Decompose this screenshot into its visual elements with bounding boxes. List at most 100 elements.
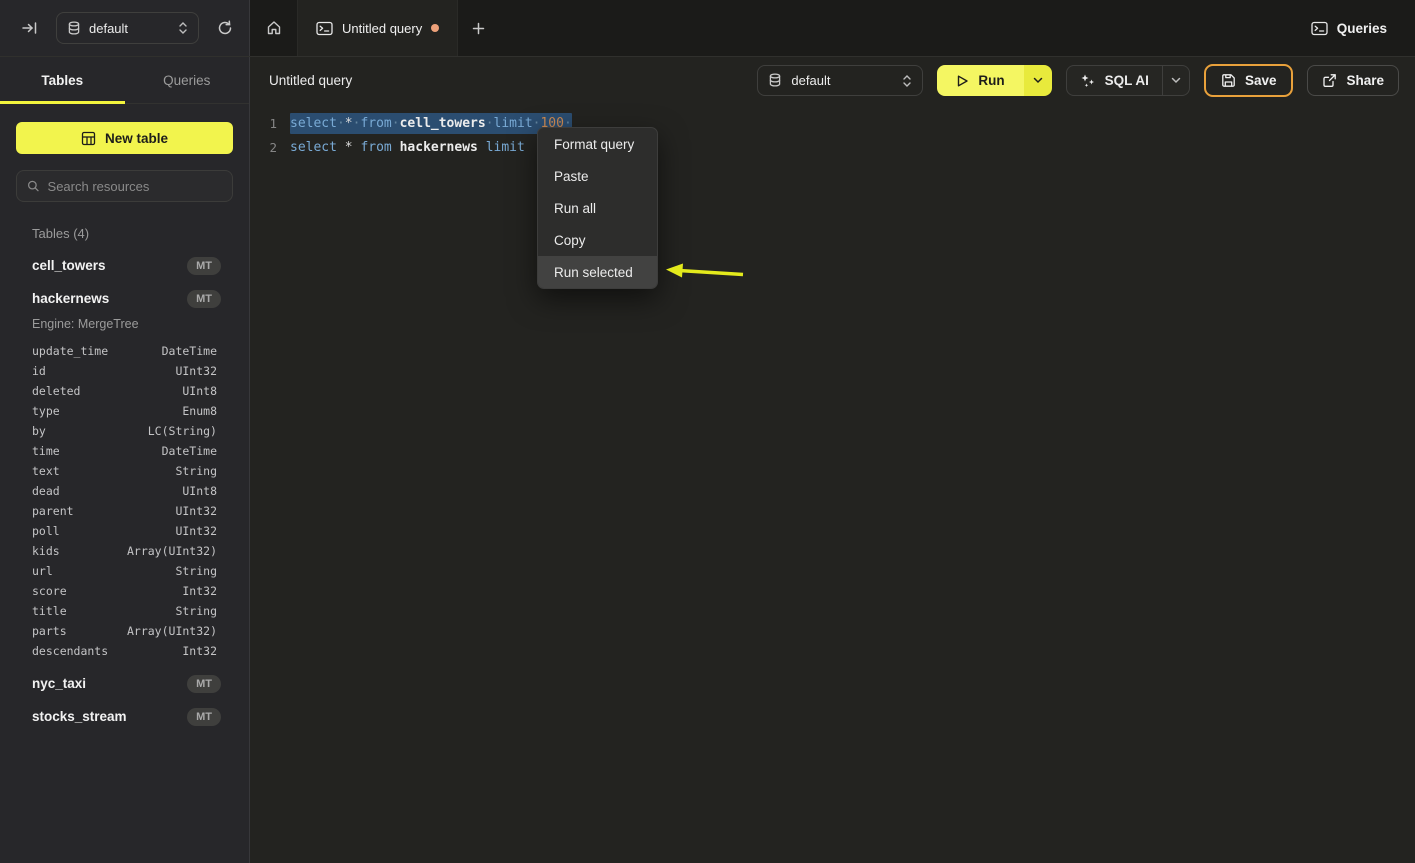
column-type: UInt32 bbox=[175, 524, 217, 538]
sidebar-tab-tables[interactable]: Tables bbox=[0, 57, 125, 103]
column-row: update_time DateTime bbox=[0, 341, 249, 361]
queries-button[interactable]: Queries bbox=[1311, 21, 1387, 36]
collapse-sidebar-icon bbox=[22, 20, 38, 36]
sql-editor[interactable]: 1select·*·from·cell_towers·limit·100·2se… bbox=[251, 104, 1415, 159]
run-button[interactable]: Run bbox=[937, 65, 1051, 96]
run-dropdown[interactable] bbox=[1024, 65, 1052, 96]
column-row: byLC(String) bbox=[0, 421, 249, 441]
home-icon bbox=[266, 20, 282, 36]
token-keyword: select bbox=[290, 116, 337, 131]
token-keyword: limit bbox=[486, 140, 525, 155]
column-name: id bbox=[32, 364, 46, 378]
token-operator: * bbox=[345, 116, 353, 131]
new-table-button[interactable]: New table bbox=[16, 122, 233, 154]
code-line: select * from hackernews limit bbox=[290, 140, 525, 155]
column-type: UInt8 bbox=[182, 384, 217, 398]
whitespace: · bbox=[353, 116, 361, 131]
column-name: dead bbox=[32, 484, 60, 498]
toolbar-controls: default Run bbox=[757, 64, 1399, 97]
column-row: scoreInt32 bbox=[0, 581, 249, 601]
table-row[interactable]: hackernewsMT bbox=[0, 282, 249, 315]
run-button-main[interactable]: Run bbox=[937, 65, 1023, 96]
token-keyword: from bbox=[360, 140, 391, 155]
share-button[interactable]: Share bbox=[1307, 65, 1399, 96]
new-tab-button[interactable] bbox=[458, 0, 498, 56]
play-icon bbox=[956, 74, 969, 88]
column-type: String bbox=[175, 564, 217, 578]
app-window: default Unti bbox=[0, 0, 1415, 863]
sql-ai-main[interactable]: SQL AI bbox=[1067, 66, 1162, 95]
column-row: text String bbox=[0, 461, 249, 481]
tables-section-title: Tables (4) bbox=[32, 226, 249, 241]
column-row: kidsArray(UInt32) bbox=[0, 541, 249, 561]
sidebar-tab-queries[interactable]: Queries bbox=[125, 57, 250, 103]
column-name: text bbox=[32, 464, 60, 478]
menu-item-paste[interactable]: Paste bbox=[538, 160, 657, 192]
column-type: Int32 bbox=[182, 644, 217, 658]
whitespace bbox=[478, 140, 486, 155]
search-input[interactable] bbox=[48, 179, 222, 194]
search-icon bbox=[27, 179, 40, 193]
column-name: update_time bbox=[32, 344, 108, 358]
column-row: deletedUInt8 bbox=[0, 381, 249, 401]
share-icon bbox=[1322, 73, 1337, 88]
column-row: urlString bbox=[0, 561, 249, 581]
column-name: title bbox=[32, 604, 67, 618]
sql-ai-label: SQL AI bbox=[1105, 73, 1149, 88]
new-table-label: New table bbox=[105, 131, 168, 146]
editor-line[interactable]: 1select·*·from·cell_towers·limit·100· bbox=[251, 111, 1415, 135]
column-row: idUInt32 bbox=[0, 361, 249, 381]
updown-chevrons-icon bbox=[178, 21, 188, 35]
query-title: Untitled query bbox=[269, 73, 352, 88]
token-operator: * bbox=[345, 140, 353, 155]
queries-button-label: Queries bbox=[1337, 21, 1387, 36]
column-type: String bbox=[175, 464, 217, 478]
token-keyword: from bbox=[360, 116, 391, 131]
whitespace: · bbox=[337, 116, 345, 131]
sql-ai-dropdown[interactable] bbox=[1162, 66, 1189, 95]
table-row[interactable]: nyc_taxiMT bbox=[0, 667, 249, 700]
tab-strip: Untitled query Queries bbox=[250, 0, 1415, 56]
column-type: DateTime bbox=[162, 444, 217, 458]
menu-item-run-all[interactable]: Run all bbox=[538, 192, 657, 224]
line-number: 1 bbox=[251, 116, 277, 131]
tab-untitled-query[interactable]: Untitled query bbox=[298, 0, 458, 56]
column-type: UInt32 bbox=[175, 504, 217, 518]
whitespace bbox=[353, 140, 361, 155]
database-selector[interactable]: default bbox=[757, 65, 923, 96]
whitespace bbox=[337, 140, 345, 155]
column-name: score bbox=[32, 584, 67, 598]
collapse-sidebar-button[interactable] bbox=[18, 16, 42, 40]
menu-item-format-query[interactable]: Format query bbox=[538, 128, 657, 160]
plus-icon bbox=[472, 22, 485, 35]
table-row[interactable]: stocks_streamMT bbox=[0, 700, 249, 733]
whitespace: · bbox=[486, 116, 494, 131]
table-engine: Engine: MergeTree bbox=[32, 317, 249, 331]
column-row: timeDateTime bbox=[0, 441, 249, 461]
column-row: partsArray(UInt32) bbox=[0, 621, 249, 641]
editor-line[interactable]: 2select * from hackernews limit bbox=[251, 135, 1415, 159]
refresh-icon bbox=[217, 20, 233, 36]
terminal-icon bbox=[1311, 21, 1328, 36]
menu-item-run-selected[interactable]: Run selected bbox=[538, 256, 657, 288]
menu-item-copy[interactable]: Copy bbox=[538, 224, 657, 256]
table-name: stocks_stream bbox=[32, 709, 127, 724]
refresh-button[interactable] bbox=[213, 16, 237, 40]
top-bar-right: Queries bbox=[1311, 0, 1415, 56]
sidebar: Tables Queries New table Tables (4) cell… bbox=[0, 57, 250, 863]
sql-ai-button[interactable]: SQL AI bbox=[1066, 65, 1190, 96]
column-name: kids bbox=[32, 544, 60, 558]
database-icon bbox=[768, 73, 782, 88]
column-name: parent bbox=[32, 504, 74, 518]
tables-list: cell_towersMThackernewsMT Engine: MergeTr… bbox=[0, 249, 249, 733]
tab-home[interactable] bbox=[250, 0, 298, 56]
table-row[interactable]: cell_towersMT bbox=[0, 249, 249, 282]
column-name: descendants bbox=[32, 644, 108, 658]
sparkles-icon bbox=[1080, 73, 1096, 89]
column-type: DateTime bbox=[162, 344, 217, 358]
topbar-database-selector[interactable]: default bbox=[56, 12, 199, 44]
save-button[interactable]: Save bbox=[1204, 64, 1294, 97]
column-type: UInt8 bbox=[182, 484, 217, 498]
column-name: type bbox=[32, 404, 60, 418]
context-menu: Format queryPasteRun allCopyRun selected bbox=[537, 127, 658, 289]
